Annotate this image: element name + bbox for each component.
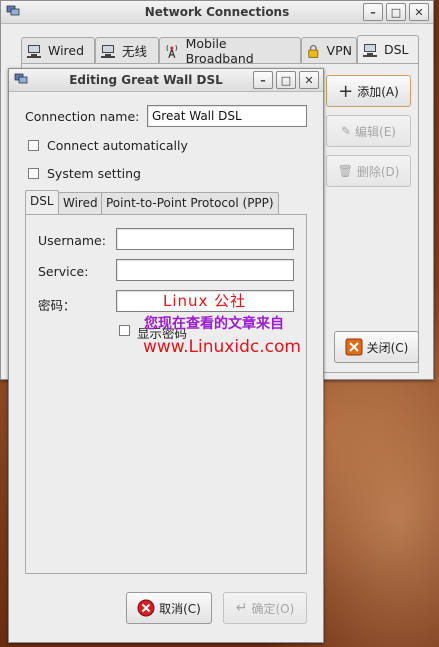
- password-label: 密码：: [38, 298, 76, 313]
- delete-button[interactable]: 🗑 删除(D): [326, 155, 411, 187]
- tab-vpn[interactable]: VPN: [301, 37, 357, 63]
- cancel-label: 取消(C): [159, 601, 201, 616]
- close-label: 关闭(C): [366, 340, 409, 355]
- ok-arrow-icon: ↵: [235, 600, 248, 616]
- network-connections-titlebar[interactable]: Network Connections – □ ✕: [1, 1, 433, 24]
- ok-button[interactable]: ↵ 确定(O): [223, 592, 307, 624]
- connect-automatically-checkbox[interactable]: [28, 140, 39, 151]
- watermark-line3: www.Linuxidc.com: [143, 337, 301, 357]
- tab-vpn-label: VPN: [326, 43, 352, 58]
- add-icon: +: [338, 80, 354, 102]
- tab-wired-settings[interactable]: Wired: [58, 192, 103, 214]
- edit-label: 编辑(E): [355, 124, 396, 139]
- minimize-icon[interactable]: –: [253, 71, 273, 89]
- tab-ppp-settings[interactable]: Point-to-Point Protocol (PPP): [101, 192, 279, 214]
- add-button[interactable]: + 添加(A): [326, 75, 411, 107]
- cancel-icon: [137, 599, 155, 617]
- edit-icon: ✎: [340, 124, 352, 138]
- tab-wireless-label: 无线: [122, 44, 148, 59]
- edit-dialog-titlebar[interactable]: Editing Great Wall DSL – □ ✕: [9, 69, 323, 92]
- connect-automatically-label: Connect automatically: [47, 138, 188, 153]
- watermark-line2: 您现在查看的文章来自: [144, 316, 284, 332]
- tab-mobile-broadband[interactable]: Mobile Broadband: [159, 35, 301, 66]
- minimize-icon[interactable]: –: [363, 3, 383, 21]
- lock-icon: [308, 44, 319, 58]
- maximize-icon[interactable]: □: [276, 71, 296, 89]
- antenna-icon: [166, 44, 178, 58]
- system-setting-label: System setting: [47, 166, 141, 181]
- close-red-icon: [345, 338, 363, 356]
- show-password-checkbox[interactable]: [119, 325, 130, 336]
- delete-label: 删除(D): [356, 164, 400, 179]
- tab-mobile-broadband-label: Mobile Broadband: [185, 35, 254, 66]
- wired-icon: [27, 44, 41, 58]
- connection-name-label: Connection name:: [25, 109, 139, 124]
- tab-wired-label: Wired: [48, 43, 85, 58]
- dsl-icon: [363, 43, 377, 57]
- tab-wired[interactable]: Wired: [21, 37, 95, 63]
- close-icon[interactable]: ✕: [409, 3, 429, 21]
- tab-dsl[interactable]: DSL: [357, 35, 419, 63]
- cancel-button[interactable]: 取消(C): [126, 592, 212, 624]
- watermark-line1: Linux 公社: [163, 292, 247, 310]
- close-button[interactable]: 关闭(C): [334, 331, 419, 363]
- close-icon[interactable]: ✕: [299, 71, 319, 89]
- wireless-icon: [101, 44, 115, 58]
- ok-label: 确定(O): [251, 601, 295, 616]
- add-label: 添加(A): [357, 84, 399, 99]
- tab-wireless[interactable]: 无线: [95, 37, 159, 63]
- service-input[interactable]: [116, 259, 294, 281]
- connection-name-input[interactable]: Great Wall DSL: [147, 105, 307, 127]
- tab-dsl-label: DSL: [384, 42, 409, 57]
- trash-icon: 🗑: [337, 164, 353, 178]
- system-setting-checkbox[interactable]: [28, 168, 39, 179]
- edit-button[interactable]: ✎ 编辑(E): [326, 115, 411, 147]
- username-input[interactable]: [116, 228, 294, 250]
- service-label: Service:: [38, 264, 89, 279]
- username-label: Username:: [38, 233, 106, 248]
- maximize-icon[interactable]: □: [386, 3, 406, 21]
- connection-name-label-text: Connection name:: [25, 109, 140, 124]
- tab-dsl-settings[interactable]: DSL: [25, 190, 59, 214]
